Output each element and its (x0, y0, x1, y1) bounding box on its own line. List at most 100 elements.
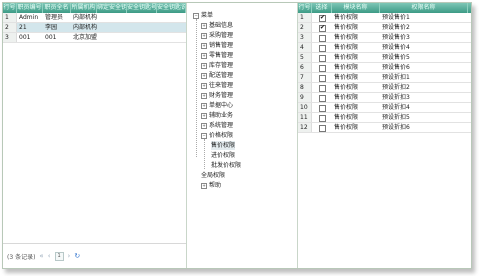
tree-leaf[interactable]: 售价权限 (211, 141, 236, 150)
perm-select-cell (312, 73, 332, 82)
user-row[interactable]: 1 Admin 管理员 内部机构 (3, 13, 186, 23)
user-row[interactable]: 2 21 李园 内部机构 (3, 23, 186, 33)
expand-toggle-icon[interactable]: + (201, 182, 207, 189)
user-col-header[interactable]: 安全钥匙说明 (157, 3, 186, 13)
page-number-input[interactable]: 1 (54, 251, 64, 261)
expand-toggle-icon[interactable]: + (201, 122, 207, 129)
pager: (3 条记录) « ‹ 1 › ↻ (3, 243, 186, 268)
user-col-header[interactable]: 安全钥匙号 (127, 3, 157, 13)
perm-name: 预设折扣2 (382, 84, 410, 91)
user-row[interactable]: 3001001北京加盟店 (3, 33, 186, 43)
perm-col-header[interactable]: 模块名称 (332, 3, 380, 13)
perm-select-cell (312, 53, 332, 62)
user-col-header[interactable]: 职员全名 (43, 3, 71, 13)
expand-toggle-icon[interactable]: + (201, 32, 207, 39)
select-checkbox[interactable] (319, 35, 326, 42)
user-col-header[interactable]: 绑定安全钥匙 (97, 3, 127, 13)
expand-toggle-icon[interactable]: + (201, 52, 207, 59)
perm-row[interactable]: 8 售价权限 预设折扣2 (298, 83, 471, 93)
expand-toggle-icon[interactable]: + (201, 82, 207, 89)
perm-row[interactable]: 6 售价权限 预设售价6 (298, 63, 471, 73)
tree-node[interactable]: + 配送管理 (201, 71, 233, 80)
tree-node[interactable]: + 销售管理 (201, 41, 233, 50)
select-checkbox[interactable] (319, 95, 326, 102)
select-checkbox[interactable] (319, 13, 326, 22)
tree-node-label: 价格权限 (209, 132, 234, 139)
first-page-button[interactable]: « (39, 252, 43, 260)
tree-node[interactable]: + 系统管理 (201, 121, 233, 130)
tree-node-label: 基础信息 (209, 22, 234, 29)
perm-col-header[interactable]: 权限名称 (380, 3, 468, 13)
perm-select-cell (312, 113, 332, 122)
tree-leaf[interactable]: 批发价权限 (211, 161, 241, 170)
perm-module: 售价权限 (334, 84, 359, 91)
tree-node[interactable]: + 零售管理 (201, 51, 233, 60)
perm-row-number: 5 (298, 53, 312, 62)
expand-toggle-icon[interactable]: + (201, 92, 207, 99)
expand-toggle-icon[interactable]: − (201, 132, 207, 139)
perm-row[interactable]: 3 售价权限 预设售价3 (298, 33, 471, 43)
select-checkbox[interactable] (319, 23, 326, 32)
tree-node[interactable]: + 单据中心 (201, 101, 233, 110)
expand-toggle-icon[interactable]: − (193, 12, 199, 19)
select-checkbox[interactable] (319, 105, 326, 112)
select-checkbox[interactable] (319, 75, 326, 82)
refresh-icon[interactable]: ↻ (74, 252, 80, 260)
tree-node[interactable]: + 基础信息 (201, 21, 233, 30)
tree-node[interactable]: + 辅助业务 (201, 111, 233, 120)
perm-row[interactable]: 11 售价权限 预设折扣5 (298, 113, 471, 123)
perm-name: 预设售价6 (382, 64, 410, 71)
user-cell: 21 (19, 24, 27, 31)
perm-row[interactable]: 9 售价权限 预设折扣3 (298, 93, 471, 103)
perm-row[interactable]: 12 售价权限 预设折扣6 (298, 123, 471, 133)
expand-toggle-icon[interactable]: + (201, 42, 207, 49)
perm-row[interactable]: 7 售价权限 预设折扣1 (298, 73, 471, 83)
tree-leaf[interactable]: 进价权限 (211, 151, 235, 160)
perm-name: 预设折扣6 (382, 124, 410, 131)
record-count: (3 条记录) (7, 253, 36, 261)
permission-grid-pane: 行号选择模块名称权限名称 1售价权限预设售价12售价权限预设售价23售价权限预设… (298, 3, 471, 268)
perm-row-number: 4 (298, 43, 312, 52)
perm-row-number: 7 (298, 73, 312, 82)
expand-toggle-icon[interactable]: + (201, 62, 207, 69)
tree-node[interactable]: 全局权限 (201, 171, 225, 180)
tree-node[interactable]: + 帮助 (201, 181, 221, 190)
user-col-header[interactable]: 所属机构 (71, 3, 97, 13)
user-cell: 001 (19, 34, 31, 41)
perm-module: 售价权限 (334, 124, 359, 131)
permission-grid-body: 1售价权限预设售价12售价权限预设售价23售价权限预设售价34售价权限预设售价4… (298, 13, 471, 133)
perm-module: 售价权限 (334, 74, 359, 81)
perm-row-number: 9 (298, 93, 312, 102)
select-checkbox[interactable] (319, 85, 326, 92)
perm-row[interactable]: 5 售价权限 预设售价5 (298, 53, 471, 63)
select-checkbox[interactable] (319, 65, 326, 72)
expand-toggle-icon[interactable]: + (201, 102, 207, 109)
tree-node[interactable]: + 财务管理 (201, 91, 233, 100)
perm-select-cell (312, 43, 332, 52)
perm-col-header[interactable]: 选择 (312, 3, 332, 13)
tree-node[interactable]: + 库存管理 (201, 61, 233, 70)
perm-row[interactable]: 10 售价权限 预设折扣4 (298, 103, 471, 113)
select-checkbox[interactable] (319, 115, 326, 122)
expand-toggle-icon[interactable]: + (201, 112, 207, 119)
expand-toggle-icon[interactable]: + (201, 22, 207, 29)
select-checkbox[interactable] (319, 45, 326, 52)
perm-row[interactable]: 2 售价权限 预设售价2 (298, 23, 471, 33)
tree-node[interactable]: + 采购管理 (201, 31, 233, 40)
tree-node[interactable]: + 往来管理 (201, 81, 233, 90)
expand-toggle-icon[interactable]: + (201, 72, 207, 79)
tree-node[interactable]: − 价格权限 (201, 131, 233, 140)
next-page-button[interactable]: › (68, 252, 71, 260)
perm-col-header[interactable]: 行号 (298, 3, 312, 13)
prev-page-button[interactable]: ‹ (48, 252, 51, 260)
perm-row[interactable]: 1 售价权限 预设售价1 (298, 13, 471, 23)
user-col-header[interactable]: 职员编号 (17, 3, 43, 13)
perm-row[interactable]: 4 售价权限 预设售价4 (298, 43, 471, 53)
user-grid-header: 行号职员编号职员全名所属机构绑定安全钥匙安全钥匙号安全钥匙说明 (3, 3, 186, 13)
select-checkbox[interactable] (319, 55, 326, 62)
perm-row-number: 10 (298, 103, 312, 112)
select-checkbox[interactable] (319, 125, 326, 132)
tree-node-label: 系统管理 (209, 122, 234, 129)
perm-module: 售价权限 (334, 44, 359, 51)
user-col-header[interactable]: 行号 (3, 3, 17, 13)
